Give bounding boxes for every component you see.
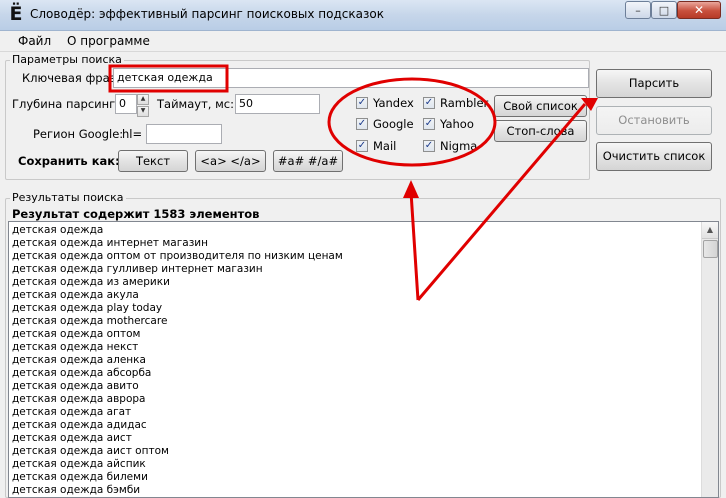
- list-item[interactable]: детская одежда оптом от производителя по…: [12, 250, 343, 263]
- google-checkbox[interactable]: ✓: [356, 118, 368, 130]
- window-title: Словодёр: эффективный парсинг поисковых …: [30, 7, 384, 21]
- timeout-label: Таймаут, мс:: [157, 97, 234, 111]
- nigma-label: Nigma: [440, 139, 478, 153]
- own-list-button[interactable]: Свой список: [494, 95, 587, 117]
- save-html-button[interactable]: <a> </a>: [195, 150, 266, 172]
- list-item[interactable]: детская одежда аист: [12, 432, 132, 445]
- app-logo-icon: Ё: [9, 3, 23, 25]
- mail-label: Mail: [373, 139, 397, 153]
- list-item[interactable]: детская одежда билеми: [12, 471, 148, 484]
- yahoo-checkbox[interactable]: ✓: [423, 118, 435, 130]
- results-scrollbar[interactable]: ▲: [701, 222, 718, 497]
- depth-label: Глубина парсинга:: [12, 97, 127, 111]
- search-params-legend: Параметры поиска: [10, 53, 124, 66]
- results-list[interactable]: детская одежда детская одежда интернет ма…: [8, 221, 719, 498]
- list-item[interactable]: детская одежда mothercare: [12, 315, 167, 328]
- list-item[interactable]: детская одежда: [12, 224, 103, 237]
- save-text-button[interactable]: Текст: [118, 150, 188, 172]
- scroll-up-icon[interactable]: ▲: [702, 222, 718, 239]
- google-label: Google: [373, 117, 414, 131]
- list-item[interactable]: детская одежда аист оптом: [12, 445, 169, 458]
- yandex-label: Yandex: [373, 96, 414, 110]
- list-item[interactable]: детская одежда интернет магазин: [12, 237, 208, 250]
- depth-spinner[interactable]: ▲ ▼: [137, 94, 149, 117]
- save-as-label: Сохранить как:: [18, 154, 120, 168]
- depth-input[interactable]: 0: [115, 94, 137, 114]
- list-item[interactable]: детская одежда play today: [12, 302, 162, 315]
- parse-button[interactable]: Парсить: [596, 69, 712, 98]
- keyword-label: Ключевая фраза:: [22, 71, 127, 85]
- list-item[interactable]: детская одежда оптом: [12, 328, 140, 341]
- minimize-button[interactable]: –: [625, 1, 651, 19]
- mail-checkbox[interactable]: ✓: [356, 140, 368, 152]
- list-item[interactable]: детская одежда авито: [12, 380, 139, 393]
- timeout-input[interactable]: 50: [235, 94, 320, 114]
- spin-down-icon[interactable]: ▼: [137, 106, 149, 117]
- list-item[interactable]: детская одежда абсорба: [12, 367, 151, 380]
- list-item[interactable]: детская одежда акула: [12, 289, 139, 302]
- list-item[interactable]: детская одежда айспик: [12, 458, 146, 471]
- region-label: Регион Google:: [33, 127, 124, 141]
- spin-up-icon[interactable]: ▲: [137, 94, 149, 105]
- scroll-thumb[interactable]: [703, 240, 718, 258]
- yandex-checkbox[interactable]: ✓: [356, 97, 368, 109]
- list-item[interactable]: детская одежда адидас: [12, 419, 147, 432]
- list-item[interactable]: детская одежда агат: [12, 406, 131, 419]
- close-button[interactable]: ✕: [677, 1, 721, 19]
- yahoo-label: Yahoo: [440, 117, 474, 131]
- rambler-label: Rambler: [440, 96, 489, 110]
- results-legend: Результаты поиска: [10, 191, 126, 204]
- arrow-head-up: [403, 180, 419, 198]
- menu-about[interactable]: О программе: [67, 34, 150, 48]
- stopwords-button[interactable]: Стоп-слова: [494, 120, 587, 142]
- list-item[interactable]: детская одежда из америки: [12, 276, 170, 289]
- maximize-button[interactable]: □: [651, 1, 677, 19]
- rambler-checkbox[interactable]: ✓: [423, 97, 435, 109]
- stop-button[interactable]: Остановить: [596, 106, 712, 135]
- clear-list-button[interactable]: Очистить список: [596, 142, 712, 171]
- keyword-input[interactable]: детская одежда: [113, 68, 589, 88]
- list-item[interactable]: детская одежда гулливер интернет магазин: [12, 263, 263, 276]
- results-summary: Результат содержит 1583 элементов: [12, 207, 260, 221]
- list-item[interactable]: детская одежда аленка: [12, 354, 146, 367]
- nigma-checkbox[interactable]: ✓: [423, 140, 435, 152]
- save-hash-button[interactable]: #a# #/a#: [273, 150, 343, 172]
- hl-label: hl=: [122, 127, 143, 141]
- list-item[interactable]: детская одежда бэмби: [12, 484, 140, 497]
- menu-file[interactable]: Файл: [18, 34, 51, 48]
- list-item[interactable]: детская одежда некст: [12, 341, 138, 354]
- hl-input[interactable]: [146, 124, 222, 144]
- list-item[interactable]: детская одежда аврора: [12, 393, 146, 406]
